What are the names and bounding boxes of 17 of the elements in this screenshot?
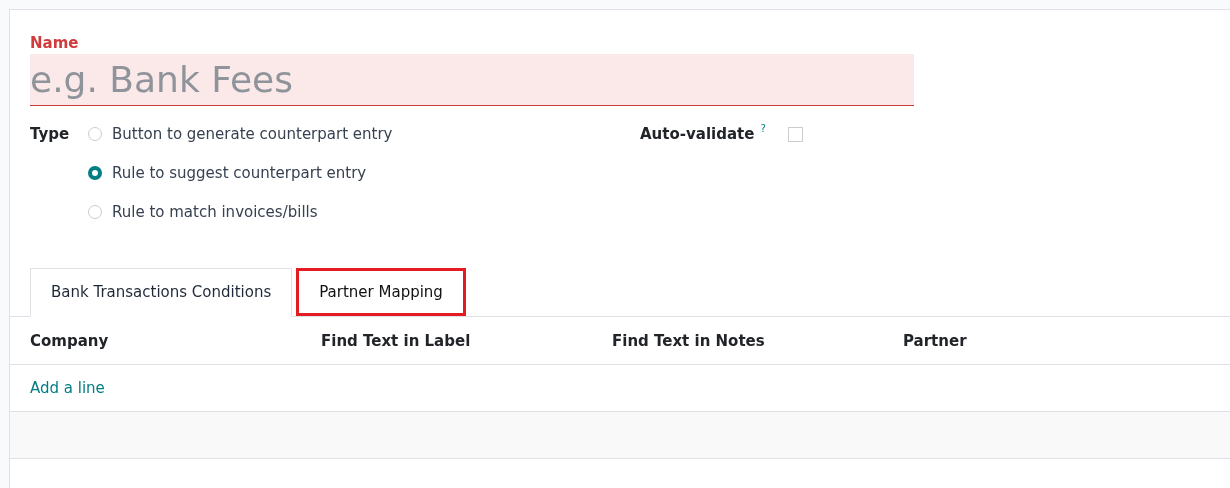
add-line-link[interactable]: Add a line <box>30 379 105 397</box>
radio-label: Button to generate counterpart entry <box>112 125 393 143</box>
tab[interactable]: Bank Transactions Conditions <box>30 268 293 317</box>
help-tooltip-link[interactable]: ? <box>760 122 766 136</box>
tab[interactable]: Partner Mapping <box>296 268 466 316</box>
name-input-field[interactable]: e.g. Bank Fees <box>30 54 914 106</box>
column-header: Partner <box>903 331 968 350</box>
name-label: Name <box>30 34 80 54</box>
radio-button[interactable] <box>88 166 102 180</box>
column-header: Find Text in Label <box>321 331 472 350</box>
column-header: Find Text in Notes <box>612 331 766 350</box>
checkbox[interactable] <box>787 127 803 142</box>
auto-validate-label: Auto-validate <box>640 124 755 145</box>
radio-label: Rule to suggest counterpart entry <box>112 164 367 182</box>
column-header: Company <box>30 331 110 350</box>
radio-label: Rule to match invoices/bills <box>112 203 318 221</box>
type-label: Type <box>30 124 71 145</box>
